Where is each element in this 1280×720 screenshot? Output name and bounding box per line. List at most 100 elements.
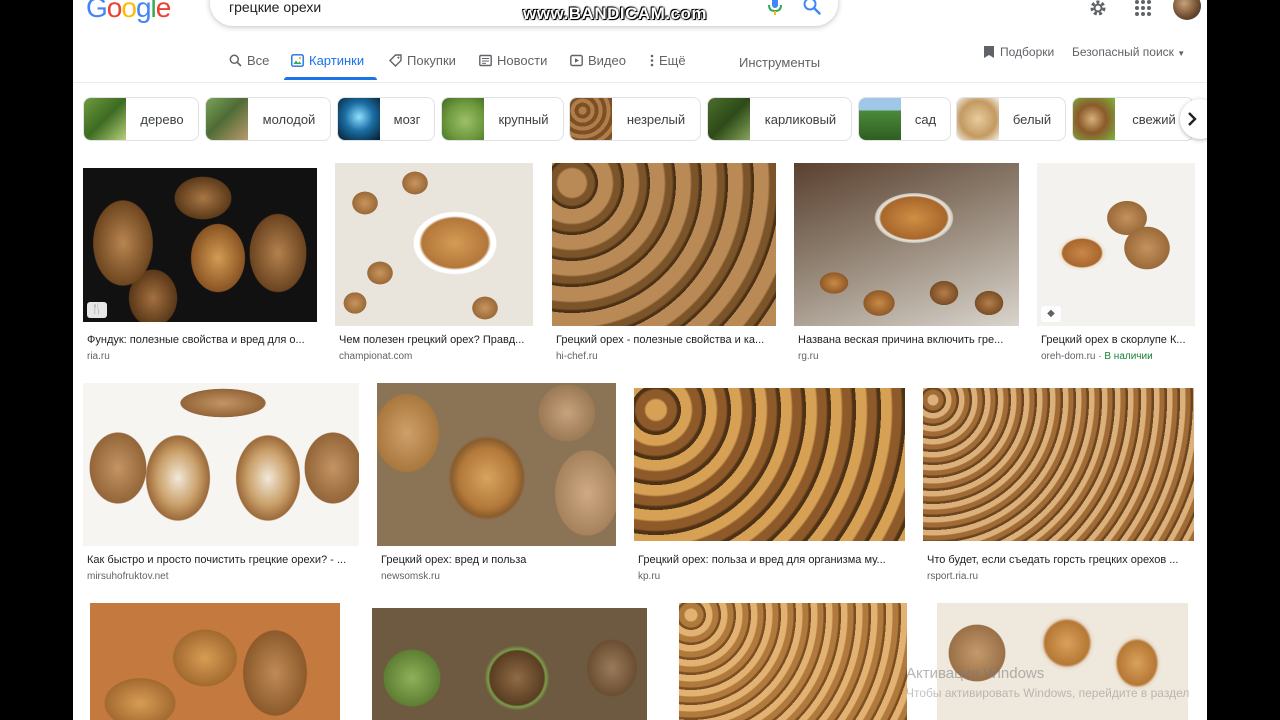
result-thumbnail[interactable] [552, 163, 776, 326]
microphone-icon[interactable] [768, 0, 782, 15]
chip-label: белый [1012, 111, 1052, 127]
tab-label: Покупки [407, 53, 456, 68]
chip[interactable]: мозг [337, 97, 435, 141]
image-result[interactable] [90, 603, 340, 720]
result-title[interactable]: Фундук: полезные свойства и вред для о..… [87, 334, 313, 346]
chip-label: дерево [140, 111, 184, 127]
image-result[interactable]: ◆ Грецкий орех в скорлупе К... oreh-dom.… [1037, 163, 1195, 368]
result-source[interactable]: mirsuhofruktov.net [87, 571, 169, 582]
chip[interactable]: незрелый [569, 97, 701, 141]
result-source[interactable]: rsport.ria.ru [927, 571, 978, 582]
result-source[interactable]: hi-chef.ru [556, 351, 598, 362]
image-result[interactable]: Грецкий орех - полезные свойства и ка...… [552, 163, 776, 368]
result-thumbnail[interactable] [794, 163, 1019, 326]
chip-thumbnail [442, 98, 484, 140]
image-result[interactable]: Что будет, если съедать горсть грецких о… [923, 388, 1194, 588]
image-result[interactable] [679, 603, 907, 720]
safesearch-dropdown[interactable]: Безопасный поиск ▼ [1072, 45, 1185, 59]
chip-thumbnail [1073, 98, 1115, 140]
search-icon[interactable] [803, 0, 821, 15]
result-source[interactable]: newsomsk.ru [381, 571, 440, 582]
chip-label: карликовый [764, 111, 837, 127]
image-result[interactable]: Названа веская причина включить гре... r… [794, 163, 1019, 368]
result-thumbnail[interactable] [377, 383, 616, 546]
account-avatar[interactable] [1173, 0, 1201, 20]
image-result[interactable] [937, 603, 1188, 720]
image-icon [291, 54, 304, 67]
chip-thumbnail [957, 98, 999, 140]
result-thumbnail[interactable] [335, 163, 533, 326]
image-result[interactable]: Грецкий орех: польза и вред для организм… [634, 388, 905, 588]
result-title[interactable]: Что будет, если съедать горсть грецких о… [927, 554, 1192, 566]
search-input[interactable]: грецкие орехи [229, 0, 321, 15]
image-result[interactable]: Как быстро и просто почистить грецкие ор… [83, 383, 359, 588]
tab-label: Видео [588, 53, 626, 68]
result-title[interactable]: Грецкий орех в скорлупе К... [1041, 334, 1193, 346]
result-source-domain: oreh-dom.ru [1041, 351, 1096, 362]
google-logo[interactable]: Google [86, 0, 172, 24]
more-icon [650, 54, 654, 67]
result-title[interactable]: Названа веская причина включить гре... [798, 334, 1017, 346]
result-thumbnail[interactable] [679, 603, 907, 720]
logo-letter: e [155, 0, 172, 23]
chip[interactable]: молодой [205, 97, 331, 141]
result-title[interactable]: Грецкий орех: польза и вред для организм… [638, 554, 903, 566]
logo-letter: g [135, 0, 152, 23]
result-thumbnail[interactable]: 🍴 [83, 168, 317, 322]
chip-thumbnail [570, 98, 612, 140]
tab-news[interactable]: Новости [479, 53, 547, 68]
availability-label: · В наличии [1098, 351, 1153, 362]
image-result[interactable]: Чем полезен грецкий орех? Правд... champ… [335, 163, 533, 368]
result-source[interactable]: oreh-dom.ru · В наличии [1041, 351, 1153, 362]
windows-activation-hint: Чтобы активировать Windows, перейдите в … [906, 686, 1190, 700]
chip-label: мозг [393, 111, 421, 127]
tab-all[interactable]: Все [229, 53, 269, 68]
image-result[interactable] [372, 608, 647, 720]
tab-shopping[interactable]: Покупки [389, 53, 456, 68]
tab-images[interactable]: Картинки [291, 53, 364, 68]
chip-label: молодой [262, 111, 316, 127]
chip-thumbnail [708, 98, 750, 140]
result-thumbnail[interactable]: ◆ [1037, 163, 1195, 326]
result-title[interactable]: Грецкий орех: вред и польза [381, 554, 614, 566]
chip[interactable]: свежий [1072, 97, 1194, 141]
chip-label: крупный [498, 111, 549, 127]
tab-video[interactable]: Видео [570, 53, 626, 68]
result-title[interactable]: Чем полезен грецкий орех? Правд... [339, 334, 531, 346]
tab-label: Картинки [309, 53, 365, 68]
chip-thumbnail [84, 98, 126, 140]
search-icon [229, 54, 242, 67]
result-thumbnail[interactable] [90, 603, 340, 720]
search-tabs: Все Картинки Покупки Новости Видео Ещё И… [73, 44, 1207, 83]
chip[interactable]: сад [858, 97, 951, 141]
collections-button[interactable]: Подборки [983, 45, 1054, 59]
result-thumbnail[interactable] [634, 388, 905, 541]
result-title[interactable]: Грецкий орех - полезные свойства и ка... [556, 334, 774, 346]
tab-more[interactable]: Ещё [650, 53, 686, 68]
result-source[interactable]: rg.ru [798, 351, 819, 362]
chip[interactable]: карликовый [707, 97, 852, 141]
news-icon [479, 54, 492, 67]
result-thumbnail[interactable] [923, 388, 1194, 541]
chip-thumbnail [206, 98, 248, 140]
result-thumbnail[interactable] [83, 383, 359, 546]
result-source[interactable]: kp.ru [638, 571, 660, 582]
apps-grid-icon[interactable] [1134, 0, 1152, 17]
result-source[interactable]: championat.com [339, 351, 412, 362]
result-title[interactable]: Как быстро и просто почистить грецкие ор… [87, 554, 357, 566]
result-source[interactable]: ria.ru [87, 351, 110, 362]
tools-button[interactable]: Инструменты [739, 55, 820, 70]
chip[interactable]: крупный [441, 97, 564, 141]
image-result[interactable]: Грецкий орех: вред и польза newsomsk.ru [377, 383, 616, 588]
logo-letter: o [106, 0, 123, 23]
related-searches-chips: дерево молодой мозг крупный незрелый кар… [73, 97, 1207, 141]
result-thumbnail[interactable] [372, 608, 647, 720]
result-thumbnail[interactable] [937, 603, 1188, 720]
gear-icon[interactable] [1088, 0, 1108, 18]
caret-down-icon: ▼ [1177, 49, 1186, 58]
chip[interactable]: дерево [83, 97, 199, 141]
chip[interactable]: белый [956, 97, 1066, 141]
tab-label: Новости [497, 53, 548, 68]
browser-page: Google грецкие орехи www.BANDICAM.com Вс… [73, 0, 1207, 720]
image-result[interactable]: 🍴 Фундук: полезные свойства и вред для о… [83, 168, 317, 368]
